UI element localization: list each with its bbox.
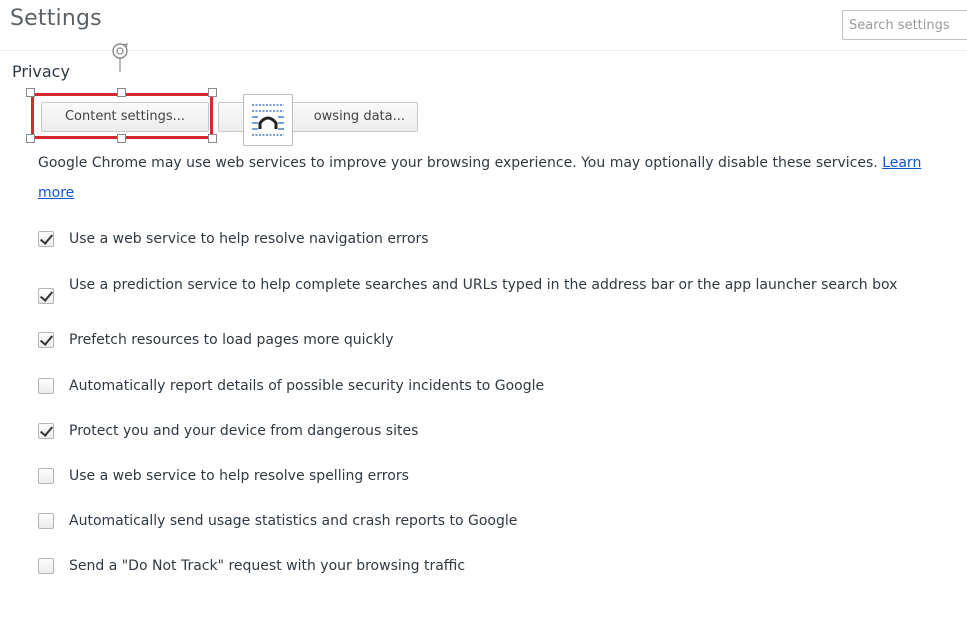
option-label: Prefetch resources to load pages more qu… <box>69 332 394 348</box>
option-label: Protect you and your device from dangero… <box>69 423 419 439</box>
settings-page: Settings Privacy Content settings... ows… <box>0 0 967 638</box>
resize-handle-top-left[interactable] <box>26 88 35 97</box>
option-label: Send a "Do Not Track" request with your … <box>69 558 466 574</box>
checkbox[interactable] <box>38 332 54 348</box>
rotate-cursor-icon <box>112 43 128 72</box>
resize-handle-top-center[interactable] <box>117 88 126 97</box>
option-spelling-errors[interactable]: Use a web service to help resolve spelli… <box>38 465 938 487</box>
privacy-description: Google Chrome may use web services to im… <box>38 148 938 208</box>
option-security-incidents[interactable]: Automatically report details of possible… <box>38 375 938 397</box>
checkbox[interactable] <box>38 513 54 529</box>
section-title-privacy: Privacy <box>12 62 70 81</box>
header-divider <box>0 50 967 51</box>
resize-handle-bottom-right[interactable] <box>208 134 217 143</box>
option-label: Use a web service to help resolve naviga… <box>69 231 429 247</box>
option-do-not-track[interactable]: Send a "Do Not Track" request with your … <box>38 555 938 577</box>
privacy-description-text: Google Chrome may use web services to im… <box>38 155 878 171</box>
option-label: Use a web service to help resolve spelli… <box>69 468 409 484</box>
option-label: Automatically send usage statistics and … <box>69 513 518 529</box>
privacy-options-list: Use a web service to help resolve naviga… <box>38 228 938 577</box>
checkbox[interactable] <box>38 558 54 574</box>
checkbox[interactable] <box>38 231 54 247</box>
option-label: Use a prediction service to help complet… <box>69 277 898 293</box>
checkbox[interactable] <box>38 423 54 439</box>
page-title: Settings <box>10 6 102 31</box>
content-settings-button[interactable]: Content settings... <box>41 102 209 132</box>
text-wrap-icon[interactable] <box>243 94 293 146</box>
option-prediction-service[interactable]: Use a prediction service to help complet… <box>38 274 938 304</box>
resize-handle-bottom-center[interactable] <box>117 134 126 143</box>
resize-handle-bottom-left[interactable] <box>26 134 35 143</box>
checkbox[interactable] <box>38 288 54 304</box>
checkbox[interactable] <box>38 378 54 394</box>
checkbox[interactable] <box>38 468 54 484</box>
option-usage-statistics[interactable]: Automatically send usage statistics and … <box>38 510 938 532</box>
search-settings-input[interactable] <box>842 10 967 40</box>
option-prefetch-resources[interactable]: Prefetch resources to load pages more qu… <box>38 329 938 351</box>
option-navigation-errors[interactable]: Use a web service to help resolve naviga… <box>38 228 938 250</box>
option-dangerous-sites[interactable]: Protect you and your device from dangero… <box>38 420 938 442</box>
resize-handle-top-right[interactable] <box>208 88 217 97</box>
option-label: Automatically report details of possible… <box>69 378 545 394</box>
